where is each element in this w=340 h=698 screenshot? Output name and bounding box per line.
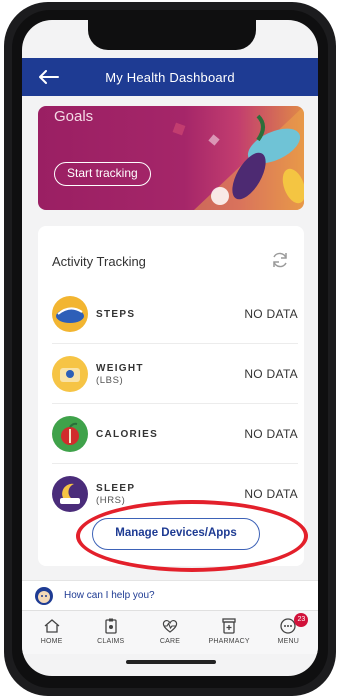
weight-row[interactable]: WEIGHT (LBS) NO DATA [52, 344, 298, 404]
calories-value: NO DATA [244, 427, 298, 441]
app-header: My Health Dashboard [22, 58, 318, 96]
card-title: Activity Tracking [52, 254, 146, 269]
home-icon [44, 619, 60, 633]
tab-label: CARE [159, 638, 181, 645]
weight-unit: (LBS) [96, 374, 124, 386]
sleep-unit: (HRS) [96, 494, 126, 506]
tab-pharmacy[interactable]: PHARMACY [201, 611, 257, 655]
tab-label: PHARMACY [208, 638, 250, 645]
refresh-icon[interactable] [270, 250, 290, 270]
tab-home[interactable]: HOME [24, 611, 80, 655]
sleep-label: SLEEP (HRS) [96, 483, 135, 506]
app-screen: My Health Dashboard Goals Start tracking [22, 20, 318, 676]
fruit-illustration [172, 106, 304, 210]
goals-banner: Goals Start tracking [38, 106, 304, 210]
sleep-title: SLEEP [96, 482, 136, 494]
back-button[interactable] [34, 64, 64, 90]
weight-label: WEIGHT (LBS) [96, 363, 144, 386]
moon-icon [52, 476, 88, 512]
apple-icon [52, 416, 88, 452]
sleep-value: NO DATA [244, 487, 298, 501]
tab-label: HOME [40, 638, 63, 645]
notch [88, 20, 256, 50]
page-title: My Health Dashboard [105, 69, 235, 85]
back-arrow-icon [39, 70, 59, 84]
tab-label: MENU [277, 638, 300, 645]
steps-row[interactable]: STEPS NO DATA [52, 284, 298, 344]
pharmacy-icon [222, 618, 236, 634]
tab-label: CLAIMS [97, 638, 125, 645]
tab-menu[interactable]: 23 MENU [260, 611, 316, 655]
weight-title: WEIGHT [96, 362, 144, 374]
steps-value: NO DATA [244, 307, 298, 321]
assistant-prompt: How can I help you? [64, 590, 155, 601]
start-tracking-button[interactable]: Start tracking [54, 162, 151, 186]
home-indicator[interactable] [126, 660, 216, 664]
heartbeat-icon [162, 620, 178, 633]
assistant-icon [35, 586, 53, 605]
notification-badge: 23 [294, 613, 309, 627]
weight-value: NO DATA [244, 367, 298, 381]
assistant-bar[interactable]: How can I help you? [22, 580, 318, 610]
steps-label: STEPS [96, 308, 136, 320]
red-highlight-ellipse [76, 500, 308, 572]
steps-icon [52, 296, 88, 332]
clipboard-icon [105, 618, 117, 634]
phone-bezel: My Health Dashboard Goals Start tracking [12, 10, 328, 688]
calories-label: CALORIES [96, 428, 159, 440]
tab-claims[interactable]: CLAIMS [83, 611, 139, 655]
bottom-tab-bar: HOME CLAIMS CARE PHARMACY 23 MENU [22, 610, 318, 654]
tab-care[interactable]: CARE [142, 611, 198, 655]
calories-row[interactable]: CALORIES NO DATA [52, 404, 298, 464]
phone-frame: My Health Dashboard Goals Start tracking [4, 2, 336, 696]
scale-icon [52, 356, 88, 392]
goals-heading: Goals [54, 108, 94, 125]
